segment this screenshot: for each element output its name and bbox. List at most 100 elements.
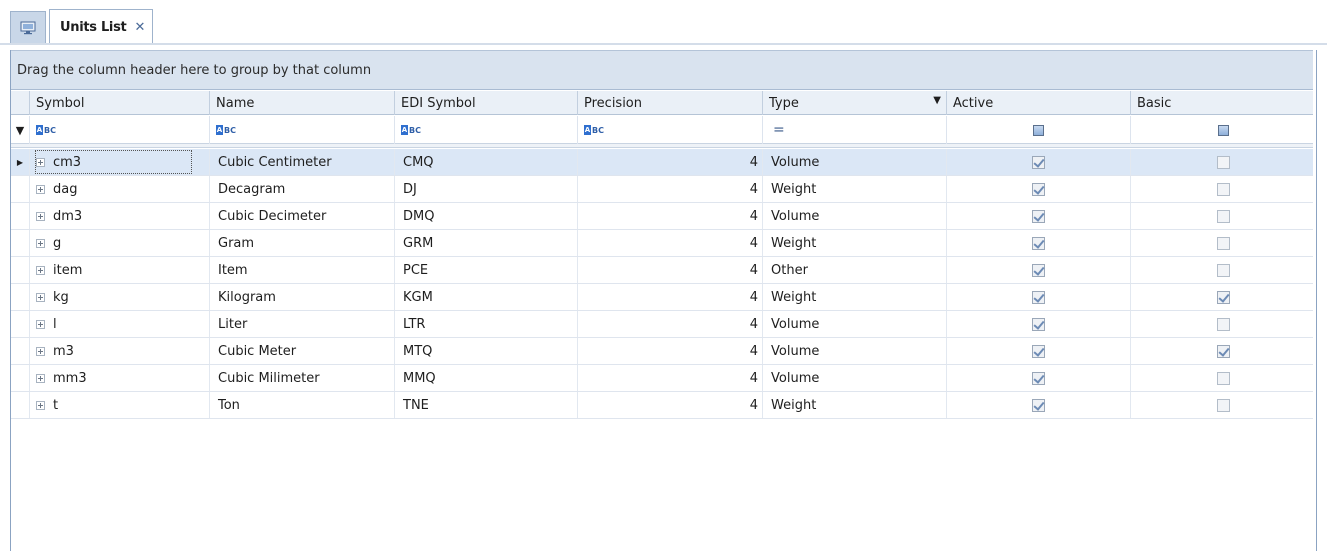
expand-icon[interactable] [36,373,45,383]
active-checkbox[interactable] [1032,182,1045,196]
cell-active[interactable] [947,365,1131,391]
expand-icon[interactable] [36,292,45,302]
basic-checkbox[interactable] [1217,317,1230,331]
cell-precision[interactable]: 4 [578,338,763,364]
column-header-edi-symbol[interactable]: EDI Symbol [395,91,578,115]
filter-cell-basic[interactable] [1131,116,1316,144]
cell-active[interactable] [947,230,1131,256]
cell-basic[interactable] [1131,149,1316,175]
cell-name[interactable]: Cubic Meter [210,338,395,364]
cell-basic[interactable] [1131,176,1316,202]
filter-cell-name[interactable]: A BC [210,116,395,144]
cell-basic[interactable] [1131,284,1316,310]
cell-basic[interactable] [1131,257,1316,283]
basic-checkbox[interactable] [1217,263,1230,277]
tab-units-list[interactable]: Units List ✕ [49,9,153,45]
column-header-basic[interactable]: Basic [1131,91,1316,115]
cell-type[interactable]: Volume [763,149,947,175]
cell-active[interactable] [947,176,1131,202]
basic-checkbox[interactable] [1217,209,1230,223]
table-row[interactable]: m3 Cubic Meter MTQ 4 Volume [11,338,1316,365]
active-checkbox[interactable] [1032,290,1045,304]
active-checkbox[interactable] [1032,371,1045,385]
table-row[interactable]: g Gram GRM 4 Weight [11,230,1316,257]
cell-name[interactable]: Decagram [210,176,395,202]
expand-icon[interactable] [36,238,45,248]
table-row[interactable]: dag Decagram DJ 4 Weight [11,176,1316,203]
cell-type[interactable]: Other [763,257,947,283]
close-icon[interactable]: ✕ [134,21,145,34]
cell-edi[interactable]: LTR [395,311,578,337]
filter-cell-precision[interactable]: A BC [578,116,763,144]
column-header-active[interactable]: Active [947,91,1131,115]
cell-edi[interactable]: MMQ [395,365,578,391]
cell-type[interactable]: Weight [763,392,947,418]
column-header-type[interactable]: Type ▼ [763,91,947,115]
cell-active[interactable] [947,149,1131,175]
cell-symbol[interactable]: cm3 [30,149,210,175]
cell-symbol[interactable]: l [30,311,210,337]
cell-precision[interactable]: 4 [578,365,763,391]
cell-edi[interactable]: TNE [395,392,578,418]
cell-precision[interactable]: 4 [578,392,763,418]
active-checkbox[interactable] [1032,263,1045,277]
table-row[interactable]: mm3 Cubic Milimeter MMQ 4 Volume [11,365,1316,392]
expand-icon[interactable] [36,319,45,329]
active-checkbox[interactable] [1032,344,1045,358]
cell-active[interactable] [947,284,1131,310]
cell-type[interactable]: Weight [763,230,947,256]
expand-icon[interactable] [36,184,45,194]
table-row[interactable]: dm3 Cubic Decimeter DMQ 4 Volume [11,203,1316,230]
cell-name[interactable]: Cubic Centimeter [210,149,395,175]
basic-checkbox[interactable] [1217,398,1230,412]
basic-checkbox[interactable] [1217,155,1230,169]
filter-pin-icon[interactable]: ▼ [933,95,941,106]
expand-icon[interactable] [36,346,45,356]
expand-icon[interactable] [36,265,45,275]
cell-type[interactable]: Volume [763,365,947,391]
active-checkbox[interactable] [1032,236,1045,250]
column-header-name[interactable]: Name [210,91,395,115]
basic-checkbox[interactable] [1217,236,1230,250]
cell-symbol[interactable]: mm3 [30,365,210,391]
cell-edi[interactable]: GRM [395,230,578,256]
cell-active[interactable] [947,338,1131,364]
table-row[interactable]: item Item PCE 4 Other [11,257,1316,284]
cell-precision[interactable]: 4 [578,203,763,229]
cell-name[interactable]: Kilogram [210,284,395,310]
filter-cell-type[interactable]: = [763,116,947,144]
cell-name[interactable]: Item [210,257,395,283]
table-row[interactable]: l Liter LTR 4 Volume [11,311,1316,338]
column-header-symbol[interactable]: Symbol [30,91,210,115]
cell-name[interactable]: Cubic Decimeter [210,203,395,229]
cell-type[interactable]: Weight [763,176,947,202]
cell-symbol[interactable]: g [30,230,210,256]
cell-precision[interactable]: 4 [578,176,763,202]
expand-icon[interactable] [36,400,45,410]
cell-type[interactable]: Volume [763,203,947,229]
cell-symbol[interactable]: t [30,392,210,418]
cell-edi[interactable]: MTQ [395,338,578,364]
cell-name[interactable]: Gram [210,230,395,256]
cell-basic[interactable] [1131,338,1316,364]
cell-active[interactable] [947,257,1131,283]
cell-type[interactable]: Volume [763,338,947,364]
cell-precision[interactable]: 4 [578,257,763,283]
group-by-panel[interactable]: Drag the column header here to group by … [11,50,1316,90]
column-header-precision[interactable]: Precision [578,91,763,115]
active-checkbox[interactable] [1032,209,1045,223]
basic-checkbox[interactable] [1217,344,1230,358]
cell-name[interactable]: Liter [210,311,395,337]
basic-checkbox[interactable] [1217,182,1230,196]
cell-precision[interactable]: 4 [578,230,763,256]
cell-symbol[interactable]: dag [30,176,210,202]
filter-cell-symbol[interactable]: A BC [30,116,210,144]
expand-icon[interactable] [36,211,45,221]
basic-checkbox[interactable] [1217,371,1230,385]
cell-active[interactable] [947,203,1131,229]
cell-basic[interactable] [1131,203,1316,229]
table-row[interactable]: ▶ cm3 Cubic Centimeter CMQ 4 Volume [11,149,1316,176]
cell-basic[interactable] [1131,365,1316,391]
cell-edi[interactable]: KGM [395,284,578,310]
cell-symbol[interactable]: kg [30,284,210,310]
